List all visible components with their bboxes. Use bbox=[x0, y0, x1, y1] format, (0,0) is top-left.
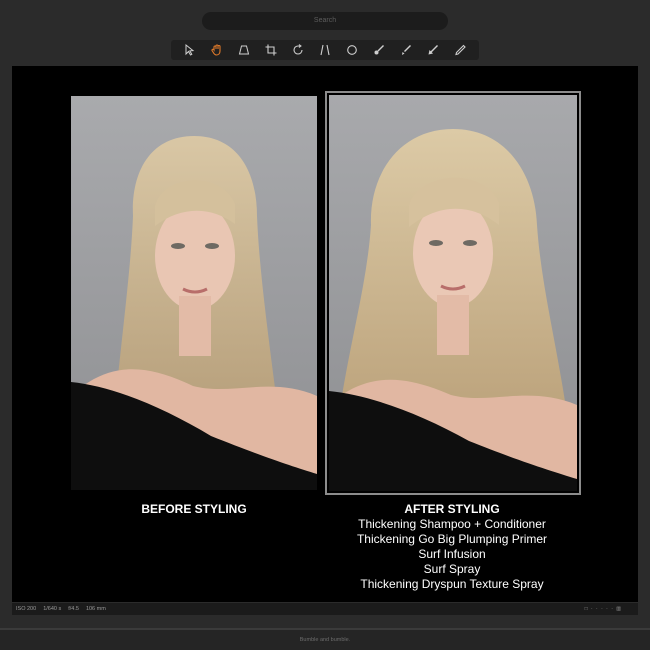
tool-palette bbox=[171, 40, 479, 60]
line-tool-icon[interactable] bbox=[314, 40, 336, 60]
status-bar: ISO 200 1/640 s f/4.5 106 mm □ · · · · ·… bbox=[12, 603, 638, 615]
product-item: Surf Spray bbox=[423, 562, 481, 576]
focal-length-value: 106 mm bbox=[85, 606, 106, 612]
circle-tool-icon[interactable] bbox=[341, 40, 363, 60]
comparison-canvas: BEFORE STYLING AFTER STYLING Thickening … bbox=[12, 66, 638, 602]
brush-icon[interactable] bbox=[368, 40, 390, 60]
rotate-icon[interactable] bbox=[287, 40, 309, 60]
crop-icon[interactable] bbox=[260, 40, 282, 60]
pencil-icon[interactable] bbox=[449, 40, 471, 60]
view-controls[interactable]: □ · · · · · ▥ bbox=[585, 603, 622, 615]
top-bar: Search bbox=[0, 0, 650, 66]
before-caption: BEFORE STYLING bbox=[141, 502, 247, 516]
product-item: Thickening Go Big Plumping Primer bbox=[356, 532, 548, 546]
after-caption-block: AFTER STYLING Thickening Shampoo + Condi… bbox=[317, 502, 587, 592]
arrow-annotate-icon[interactable] bbox=[422, 40, 444, 60]
select-arrow-icon[interactable] bbox=[179, 40, 201, 60]
before-styling-photo[interactable] bbox=[71, 96, 317, 490]
iso-value: ISO 200 bbox=[16, 606, 37, 612]
footer-brand: Bumble and bumble. bbox=[0, 630, 650, 650]
keystone-icon[interactable] bbox=[233, 40, 255, 60]
search-input[interactable]: Search bbox=[202, 12, 448, 30]
after-styling-photo[interactable] bbox=[325, 91, 581, 495]
hand-pan-icon[interactable] bbox=[206, 40, 228, 60]
product-item: Surf Infusion bbox=[418, 547, 486, 561]
exif-info: ISO 200 1/640 s f/4.5 106 mm bbox=[16, 603, 106, 615]
shutter-value: 1/640 s bbox=[43, 606, 62, 612]
aperture-value: f/4.5 bbox=[68, 606, 79, 612]
product-item: Thickening Dryspun Texture Spray bbox=[360, 577, 544, 591]
product-item: Thickening Shampoo + Conditioner bbox=[358, 517, 546, 531]
eraser-brush-icon[interactable] bbox=[395, 40, 417, 60]
after-caption: AFTER STYLING bbox=[404, 502, 500, 516]
